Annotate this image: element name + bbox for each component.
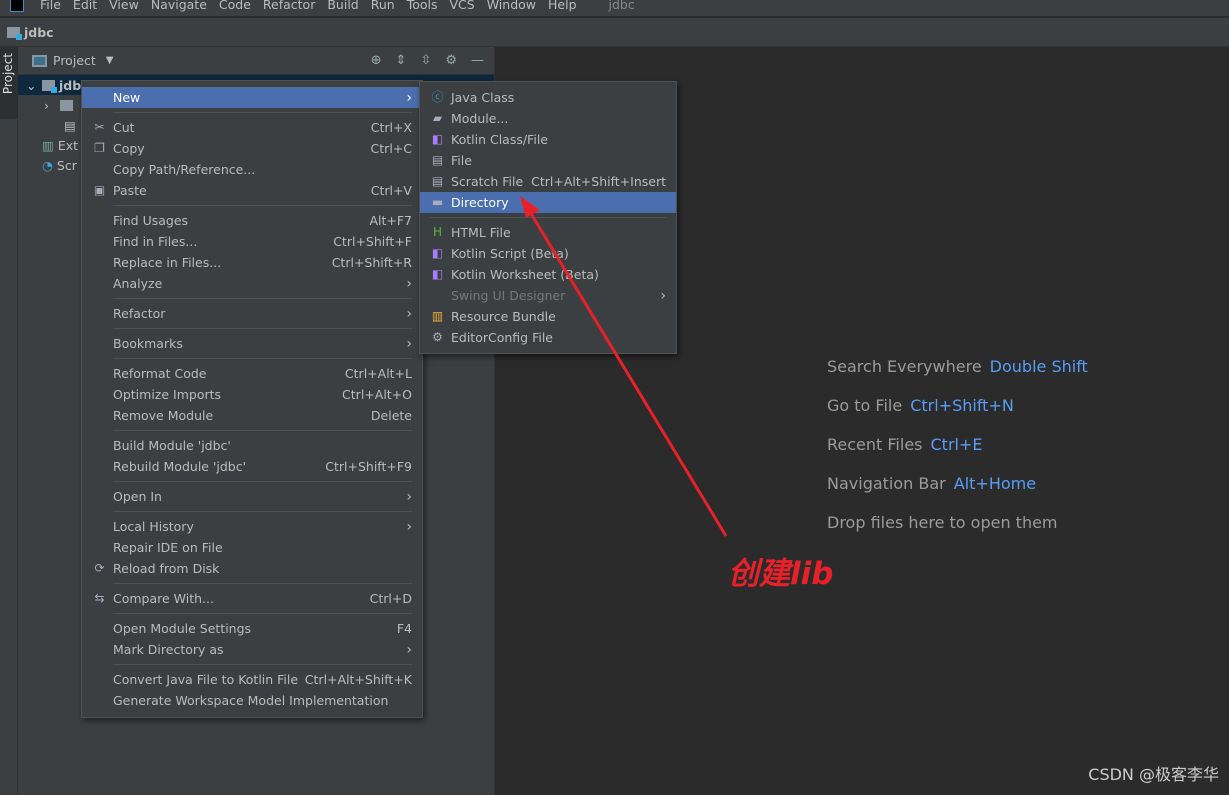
annotation-arrow (520, 196, 728, 537)
annotation-text: 创建lib (728, 556, 834, 592)
watermark: CSDN @极客李华 (1088, 765, 1219, 784)
